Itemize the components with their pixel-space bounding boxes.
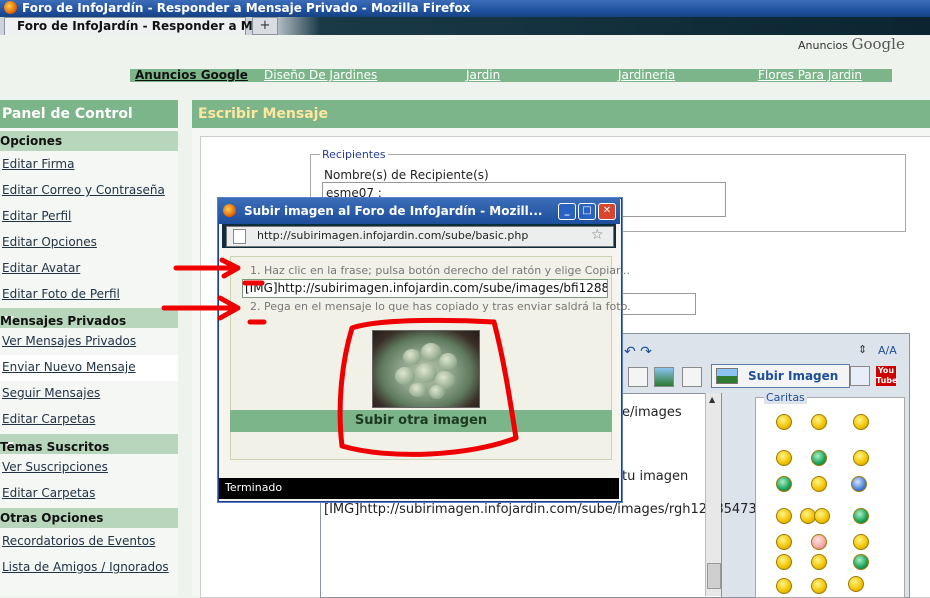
- red-annotations: [161, 257, 519, 457]
- circle-annotation: [337, 317, 519, 457]
